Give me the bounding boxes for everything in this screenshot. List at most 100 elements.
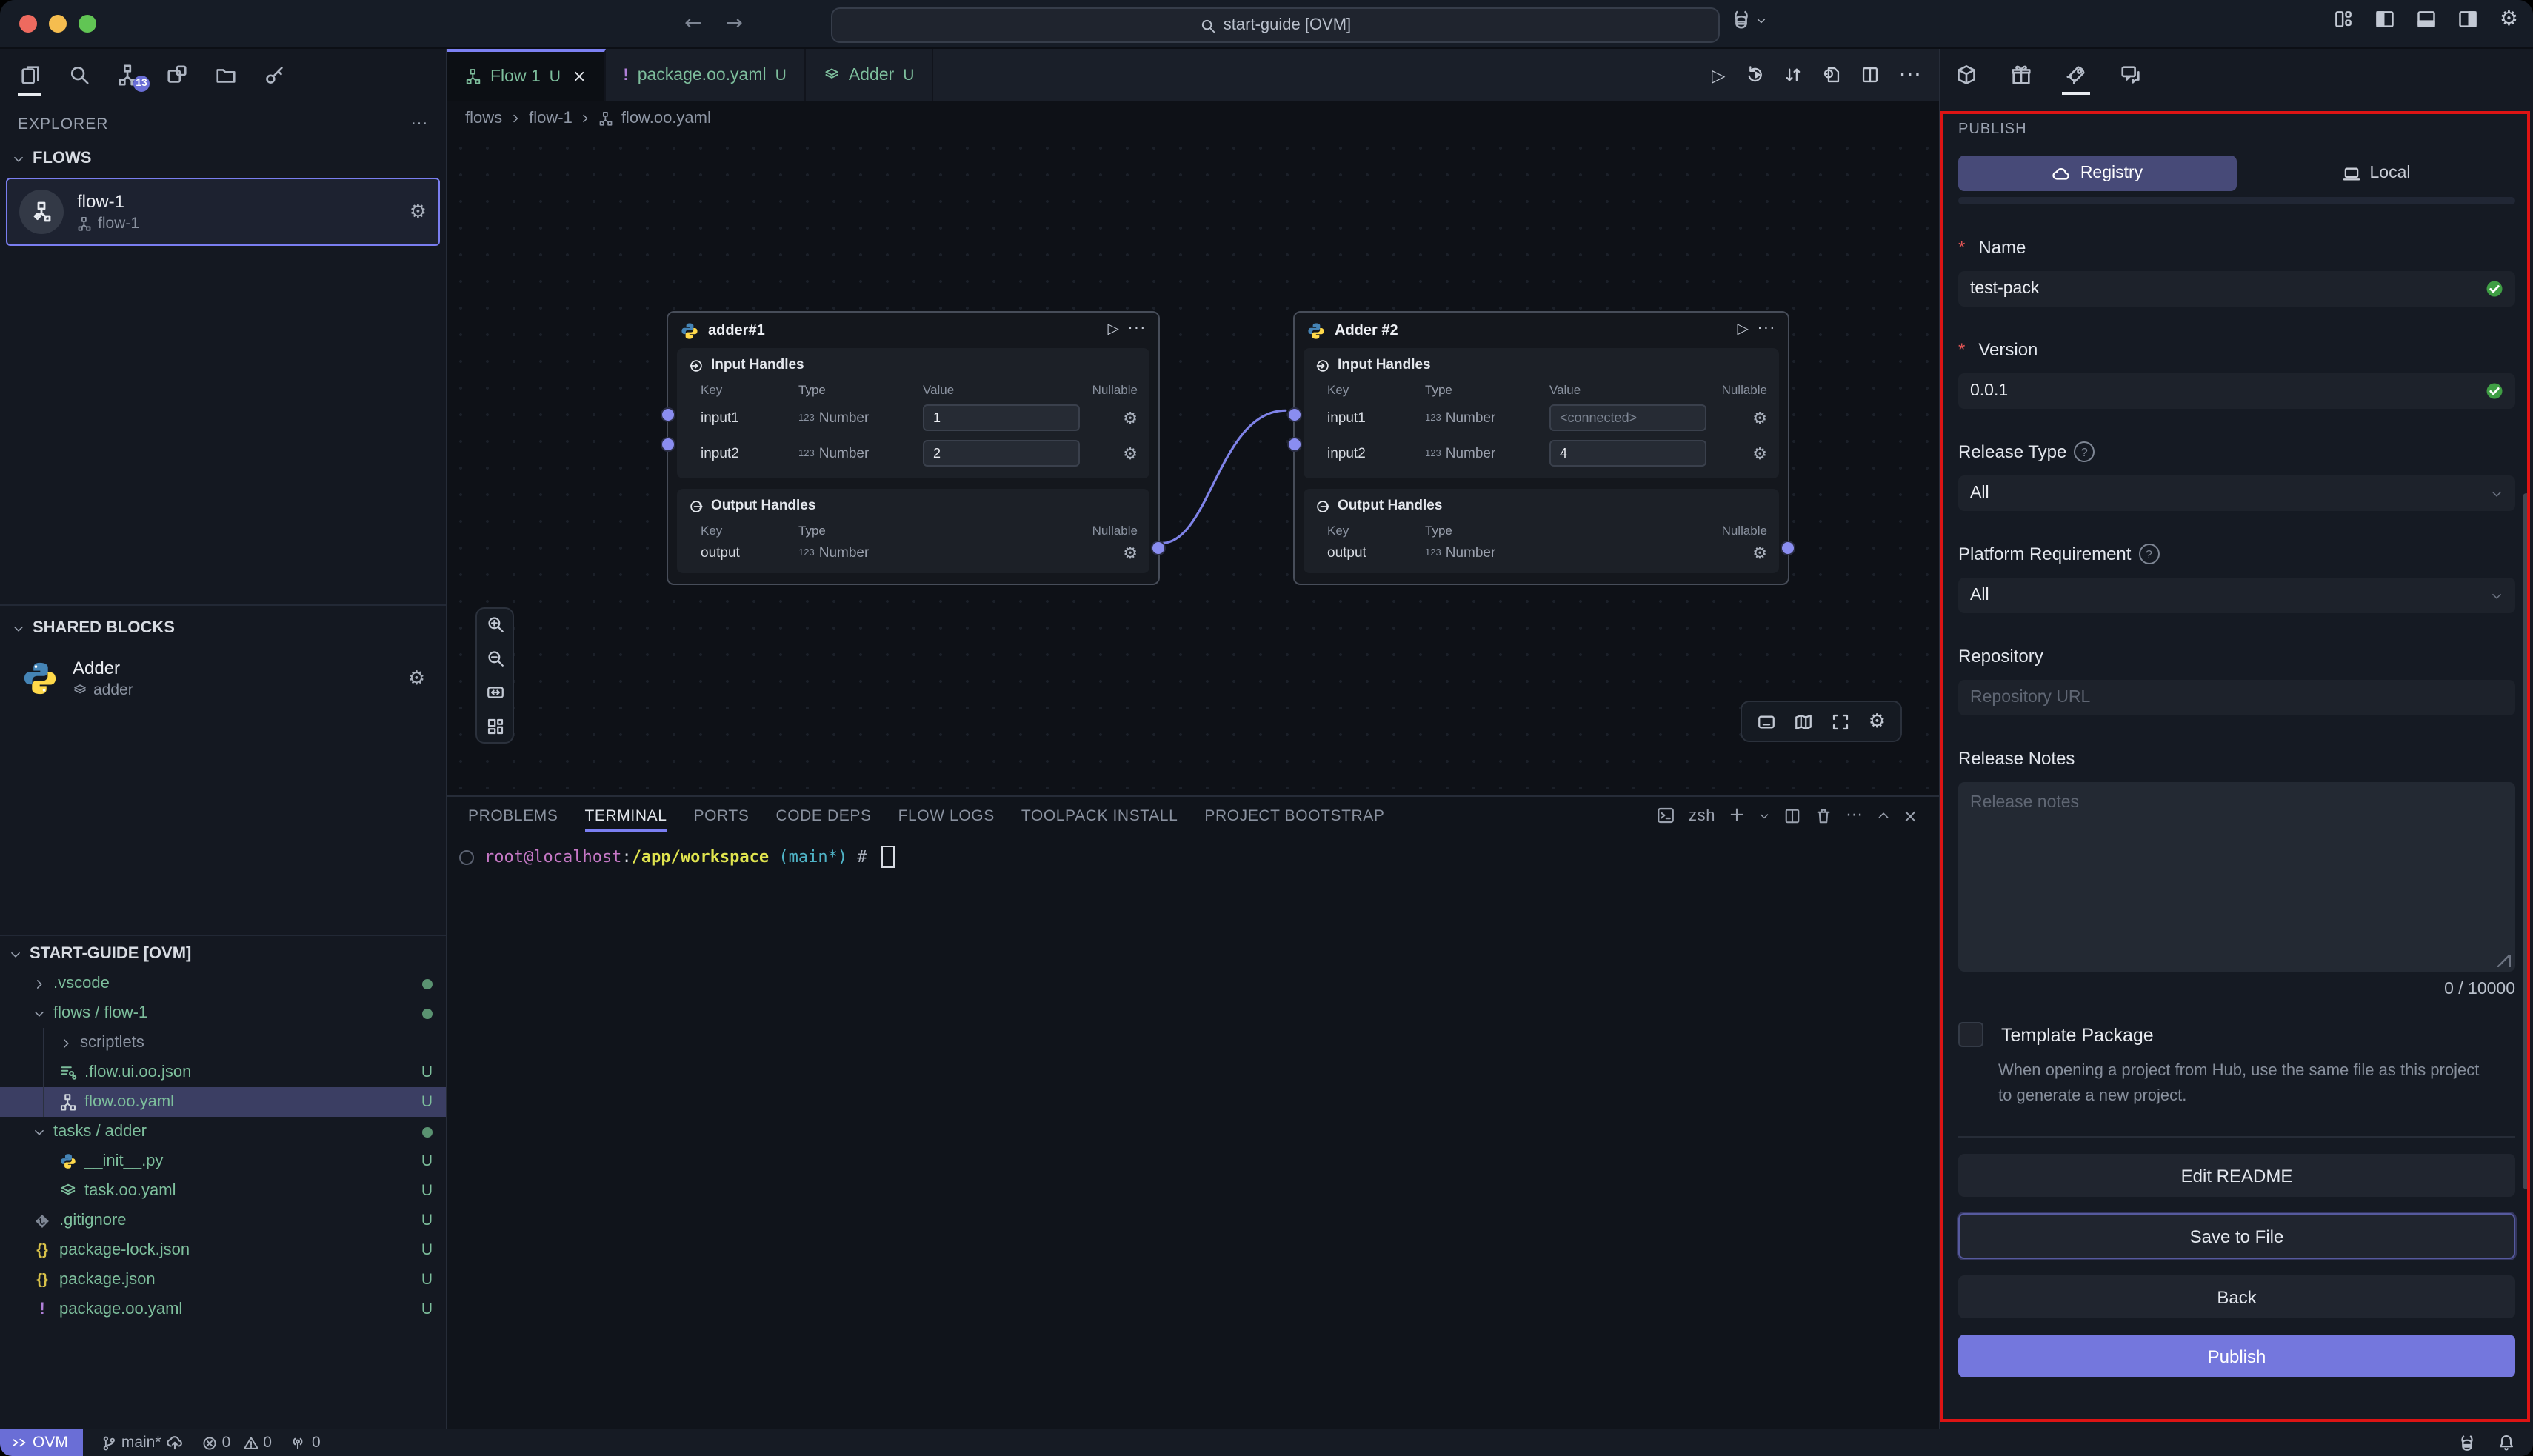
- nullable-gear-icon[interactable]: ⚙: [1123, 445, 1138, 461]
- nav-forward-icon[interactable]: →: [725, 13, 742, 34]
- tree-item-package-json[interactable]: {} package.json U: [0, 1265, 446, 1295]
- auto-layout-icon[interactable]: [485, 717, 504, 736]
- more-actions-icon[interactable]: ···: [1898, 63, 1921, 87]
- value-input[interactable]: 1: [923, 404, 1080, 431]
- platform-requirement-select[interactable]: All: [1958, 578, 2515, 613]
- tab-package-oo-yaml[interactable]: ! package.oo.yaml U: [605, 49, 805, 101]
- split-terminal-icon[interactable]: [1784, 807, 1802, 824]
- more-actions-icon[interactable]: ···: [1846, 807, 1863, 824]
- tree-item-flow-ui-json[interactable]: .flow.ui.oo.json U: [0, 1058, 446, 1087]
- value-input[interactable]: <connected>: [1549, 404, 1706, 431]
- close-window-button[interactable]: [19, 15, 37, 33]
- node-menu-icon[interactable]: ···: [1128, 323, 1147, 338]
- nullable-gear-icon[interactable]: ⚙: [1752, 410, 1767, 426]
- tree-item-scriptlets[interactable]: scriptlets: [0, 1028, 446, 1058]
- explorer-more-icon[interactable]: ···: [411, 117, 428, 133]
- resize-handle[interactable]: [2497, 955, 2511, 967]
- name-field[interactable]: test-pack: [1958, 271, 2515, 307]
- zoom-window-button[interactable]: [79, 15, 96, 33]
- tree-root[interactable]: START-GUIDE [OVM]: [0, 939, 446, 969]
- run-flow-icon[interactable]: ▷: [1712, 66, 1725, 84]
- new-terminal-icon[interactable]: +: [1729, 806, 1745, 825]
- template-package-checkbox[interactable]: [1958, 1022, 1983, 1047]
- shared-block-gear-icon[interactable]: ⚙: [408, 669, 425, 688]
- canvas-settings-gear-icon[interactable]: ⚙: [1869, 712, 1886, 731]
- rerun-icon[interactable]: [1744, 65, 1763, 84]
- node-menu-icon[interactable]: ···: [1758, 323, 1776, 338]
- flows-section-header[interactable]: FLOWS: [0, 142, 446, 175]
- terminal-output[interactable]: root@localhost:/app/workspace (main*) #: [447, 834, 1939, 1429]
- robot-icon[interactable]: [2457, 1433, 2477, 1452]
- output-handle-dot[interactable]: [1151, 541, 1166, 555]
- input-handle-dot[interactable]: [661, 407, 675, 422]
- nav-back-icon[interactable]: ←: [684, 13, 701, 34]
- tree-item-init-py[interactable]: __init__.py U: [0, 1146, 446, 1176]
- tree-item-package-oo-yaml[interactable]: ! package.oo.yaml U: [0, 1295, 446, 1324]
- minimap-icon[interactable]: [1795, 712, 1814, 731]
- node-header[interactable]: adder#1 ▷ ···: [668, 313, 1158, 348]
- minimize-window-button[interactable]: [49, 15, 67, 33]
- flow-canvas[interactable]: adder#1 ▷ ··· Input Handles Key Type Val…: [447, 135, 1939, 795]
- node-header[interactable]: Adder #2 ▷ ···: [1295, 313, 1788, 348]
- tab-registry[interactable]: Registry: [1958, 156, 2237, 191]
- tree-item-vscode[interactable]: .vscode: [0, 969, 446, 998]
- ports-status[interactable]: 0: [290, 1434, 321, 1452]
- nullable-gear-icon[interactable]: ⚙: [1752, 545, 1767, 561]
- input-handle-dot[interactable]: [661, 437, 675, 452]
- package-cube-icon[interactable]: [1955, 49, 1978, 101]
- tab-toolpack-install[interactable]: TOOLPACK INSTALL: [1021, 801, 1178, 830]
- tab-project-bootstrap[interactable]: PROJECT BOOTSTRAP: [1204, 801, 1384, 830]
- node-adder-1[interactable]: adder#1 ▷ ··· Input Handles Key Type Val…: [667, 311, 1160, 585]
- shared-blocks-section-header[interactable]: SHARED BLOCKS: [0, 612, 446, 644]
- fit-view-icon[interactable]: [485, 683, 504, 702]
- output-handle-dot[interactable]: [1781, 541, 1795, 555]
- zoom-in-icon[interactable]: [485, 615, 504, 634]
- run-node-icon[interactable]: ▷: [1108, 323, 1119, 338]
- publish-rocket-icon[interactable]: [2065, 49, 2087, 101]
- split-editor-icon[interactable]: [1860, 65, 1879, 84]
- gift-icon[interactable]: [2010, 49, 2032, 101]
- tree-item-flows-flow-1[interactable]: flows / flow-1: [0, 998, 446, 1028]
- nullable-gear-icon[interactable]: ⚙: [1123, 545, 1138, 561]
- tab-code-deps[interactable]: CODE DEPS: [775, 801, 871, 830]
- input-handle-dot[interactable]: [1287, 437, 1302, 452]
- help-icon[interactable]: ?: [2074, 441, 2095, 462]
- release-notes-textarea[interactable]: Release notes: [1958, 782, 2515, 972]
- flow-item-flow-1[interactable]: flow-1 flow-1 ⚙: [6, 178, 440, 246]
- maximize-panel-icon[interactable]: [1876, 809, 1889, 822]
- run-node-icon[interactable]: ▷: [1738, 323, 1749, 338]
- flow-settings-gear-icon[interactable]: ⚙: [410, 202, 427, 221]
- search-activity-icon[interactable]: [64, 57, 93, 93]
- explorer-files-icon[interactable]: [15, 57, 44, 93]
- tab-ports[interactable]: PORTS: [694, 801, 750, 830]
- remote-indicator[interactable]: OVM: [0, 1429, 83, 1456]
- panel-scrollbar[interactable]: [2523, 493, 2530, 1189]
- value-input[interactable]: 4: [1549, 440, 1706, 467]
- release-type-select[interactable]: All: [1958, 475, 2515, 511]
- node-adder-2[interactable]: Adder #2 ▷ ··· Input Handles Key Type Va…: [1293, 311, 1789, 585]
- toggle-bottom-panel-icon[interactable]: [2417, 9, 2437, 30]
- toggle-left-panel-icon[interactable]: [2375, 9, 2396, 30]
- tab-flow-logs[interactable]: FLOW LOGS: [898, 801, 995, 830]
- tree-item-package-lock-json[interactable]: {} package-lock.json U: [0, 1235, 446, 1265]
- nullable-gear-icon[interactable]: ⚙: [1752, 445, 1767, 461]
- tab-terminal[interactable]: TERMINAL: [585, 801, 667, 830]
- shared-block-adder[interactable]: Adder adder ⚙: [6, 647, 440, 709]
- tree-item-task-oo-yaml[interactable]: task.oo.yaml U: [0, 1176, 446, 1206]
- publish-button[interactable]: Publish: [1958, 1335, 2515, 1377]
- key-activity-icon[interactable]: [259, 57, 289, 93]
- tab-problems[interactable]: PROBLEMS: [468, 801, 558, 830]
- console-panel-icon[interactable]: [1758, 712, 1777, 731]
- assistant-menu[interactable]: [1730, 9, 1767, 31]
- blocks-activity-icon[interactable]: [161, 57, 191, 93]
- command-center-search[interactable]: start-guide [OVM]: [831, 7, 1720, 43]
- nullable-gear-icon[interactable]: ⚙: [1123, 410, 1138, 426]
- notifications-bell-icon[interactable]: [2497, 1434, 2515, 1452]
- close-panel-icon[interactable]: ×: [1903, 807, 1918, 824]
- fullscreen-icon[interactable]: [1832, 712, 1851, 731]
- flows-activity-icon[interactable]: 13: [113, 57, 142, 93]
- customize-layout-icon[interactable]: [2334, 9, 2355, 30]
- tree-item-tasks-adder[interactable]: tasks / adder: [0, 1117, 446, 1146]
- close-tab-icon[interactable]: ×: [573, 68, 586, 84]
- tab-flow-1[interactable]: Flow 1 U ×: [447, 49, 605, 101]
